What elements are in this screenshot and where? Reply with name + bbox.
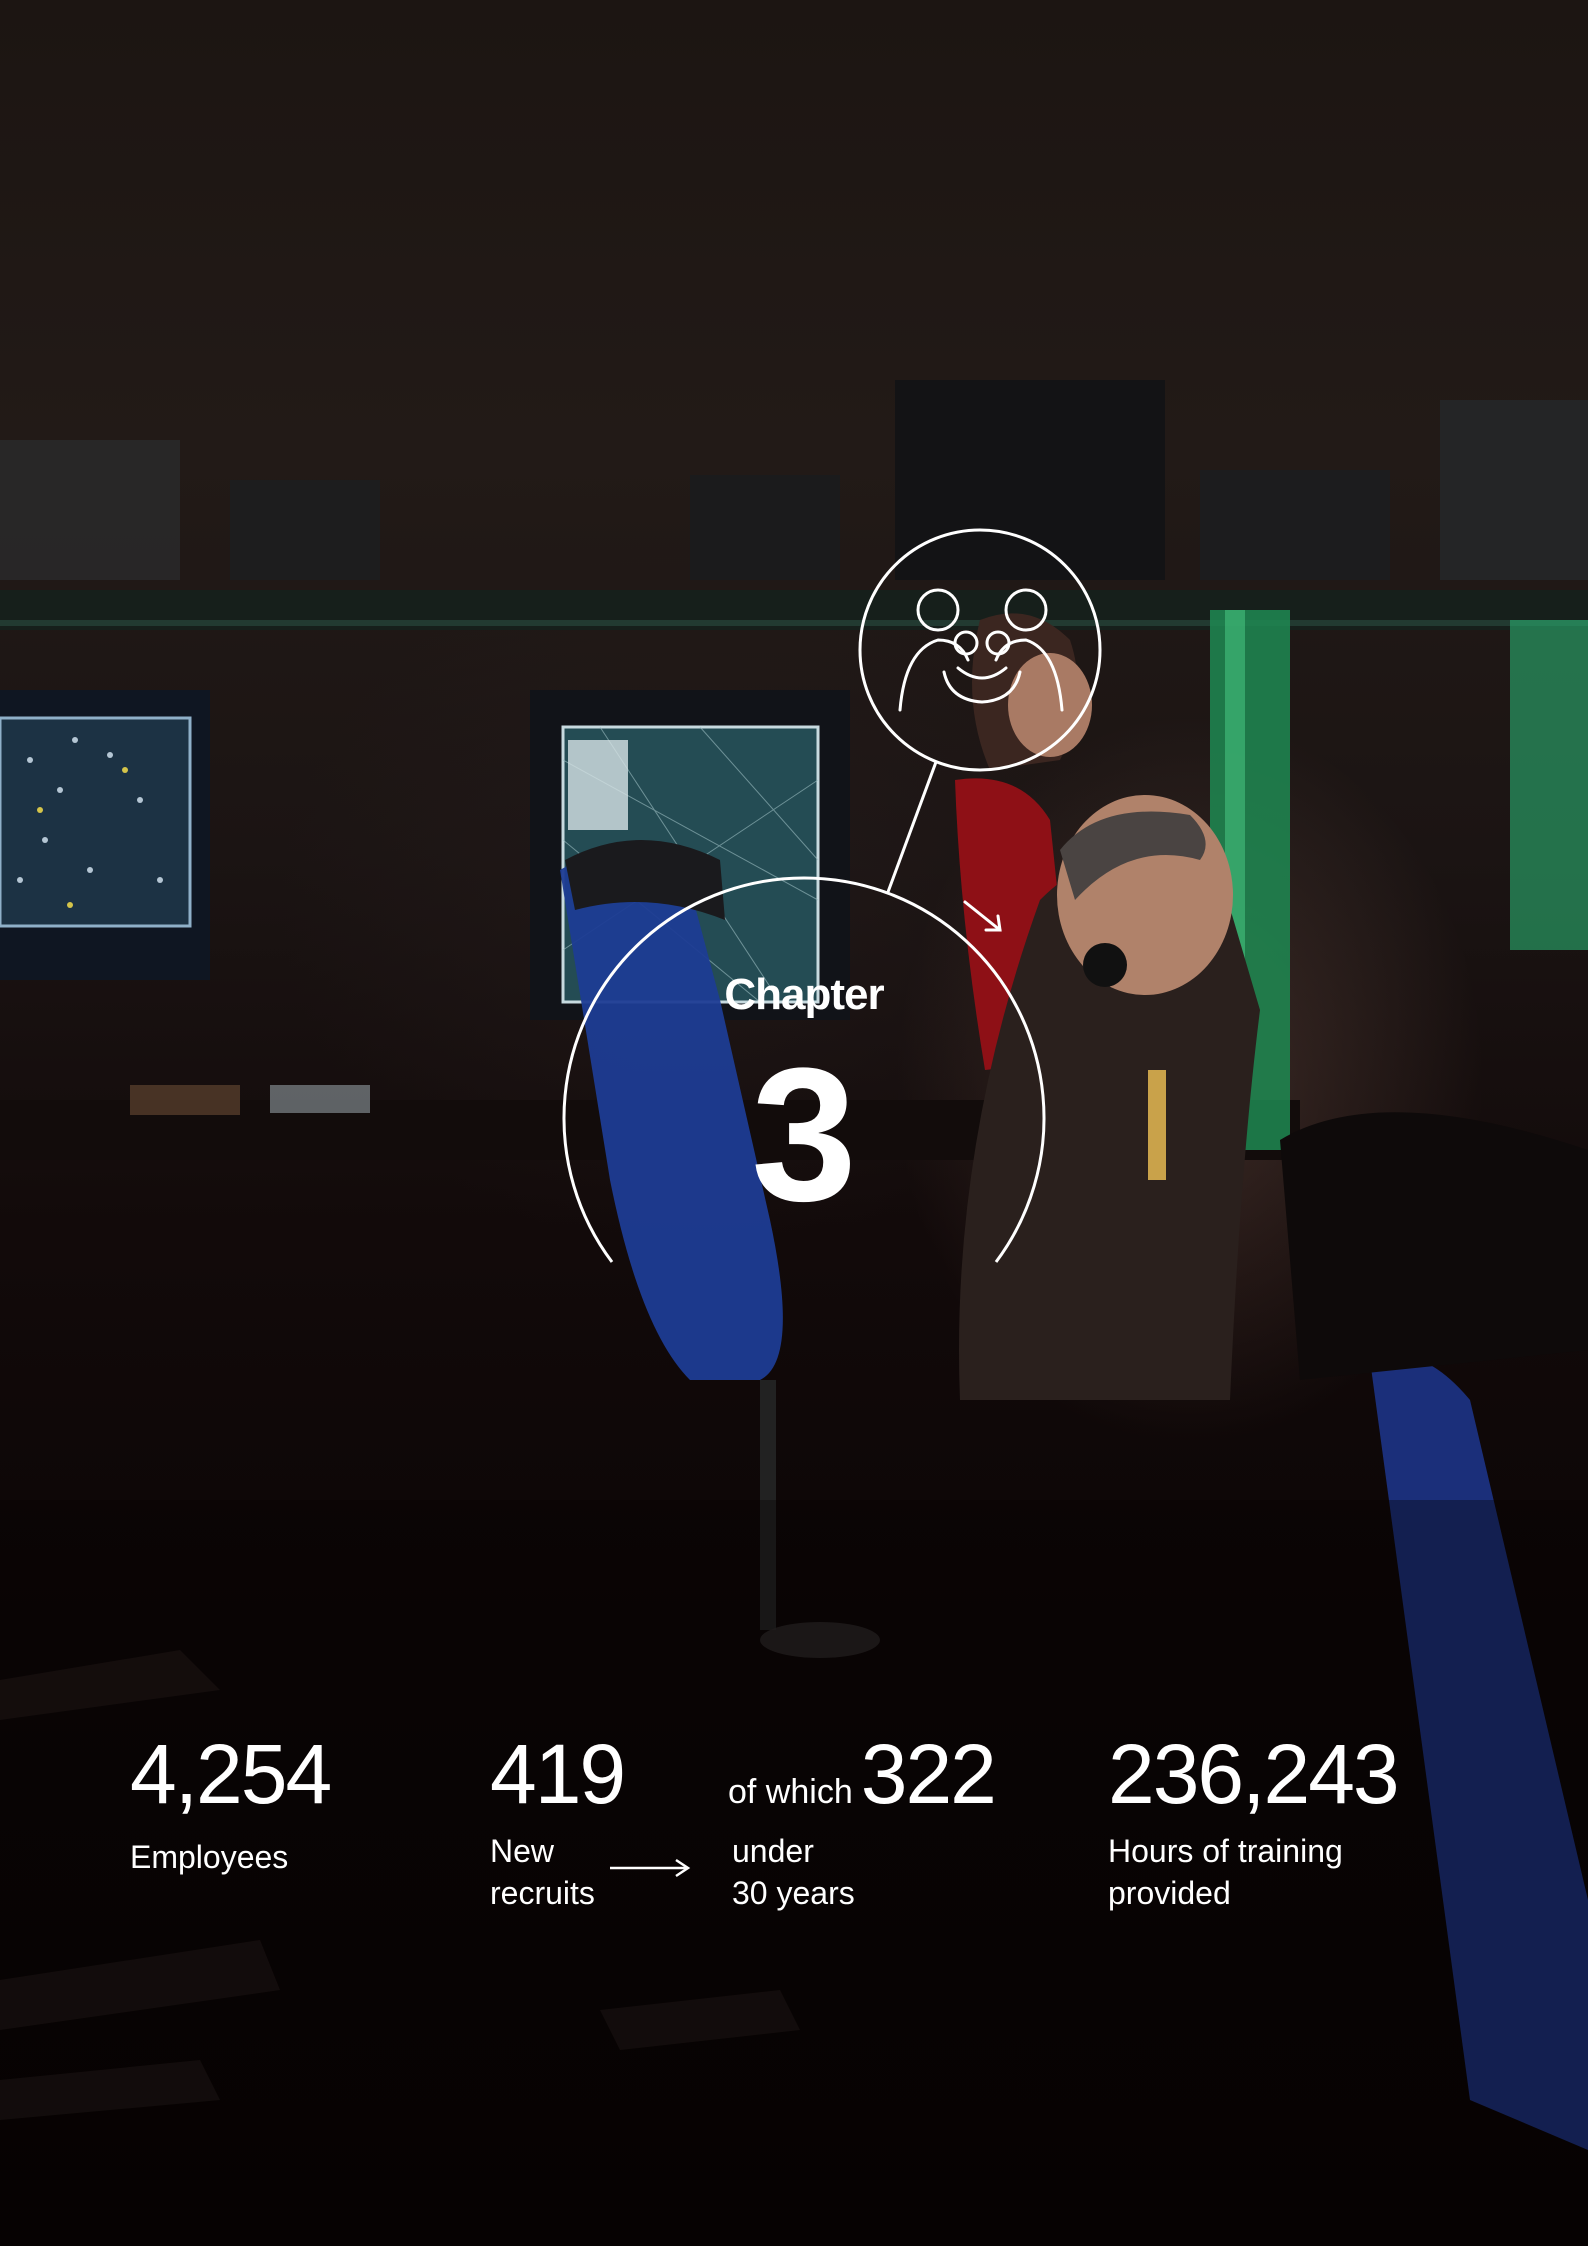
- stat-label-line: provided: [1108, 1875, 1231, 1911]
- chapter-number: 3: [751, 1029, 857, 1241]
- page: Chapter 3 4,254 Employees 419 New recrui…: [0, 0, 1588, 2246]
- stat-value: 4,254: [130, 1727, 332, 1821]
- stat-prefix: of which: [728, 1773, 853, 1811]
- stat-value: 236,243: [1108, 1727, 1400, 1821]
- stat-training-hours: 236,243 Hours of training provided: [1108, 1727, 1400, 1914]
- stat-label: Hours of training provided: [1108, 1830, 1398, 1914]
- stat-value-row: of which322: [728, 1732, 997, 1816]
- stat-under-30: of which322 under 30 years: [728, 1732, 997, 1914]
- stat-label-line: New: [490, 1833, 555, 1869]
- stat-label: under 30 years: [732, 1830, 995, 1914]
- stat-value: 322: [860, 1727, 997, 1821]
- stat-label: New recruits: [490, 1830, 624, 1914]
- stat-label-line: 30 years: [732, 1875, 855, 1911]
- arrow-right-icon: [610, 1858, 691, 1878]
- stat-value: 419: [490, 1727, 626, 1821]
- stat-employees: 4,254 Employees: [130, 1727, 332, 1878]
- stat-label: Employees: [130, 1836, 330, 1878]
- chapter-label: Chapter: [724, 970, 884, 1019]
- stat-label-line: recruits: [490, 1875, 595, 1911]
- stat-new-recruits: 419 New recruits: [490, 1727, 626, 1914]
- stat-label-line: under: [732, 1833, 814, 1869]
- stat-label-line: Hours of training: [1108, 1833, 1343, 1869]
- stat-label-line: Employees: [130, 1839, 289, 1875]
